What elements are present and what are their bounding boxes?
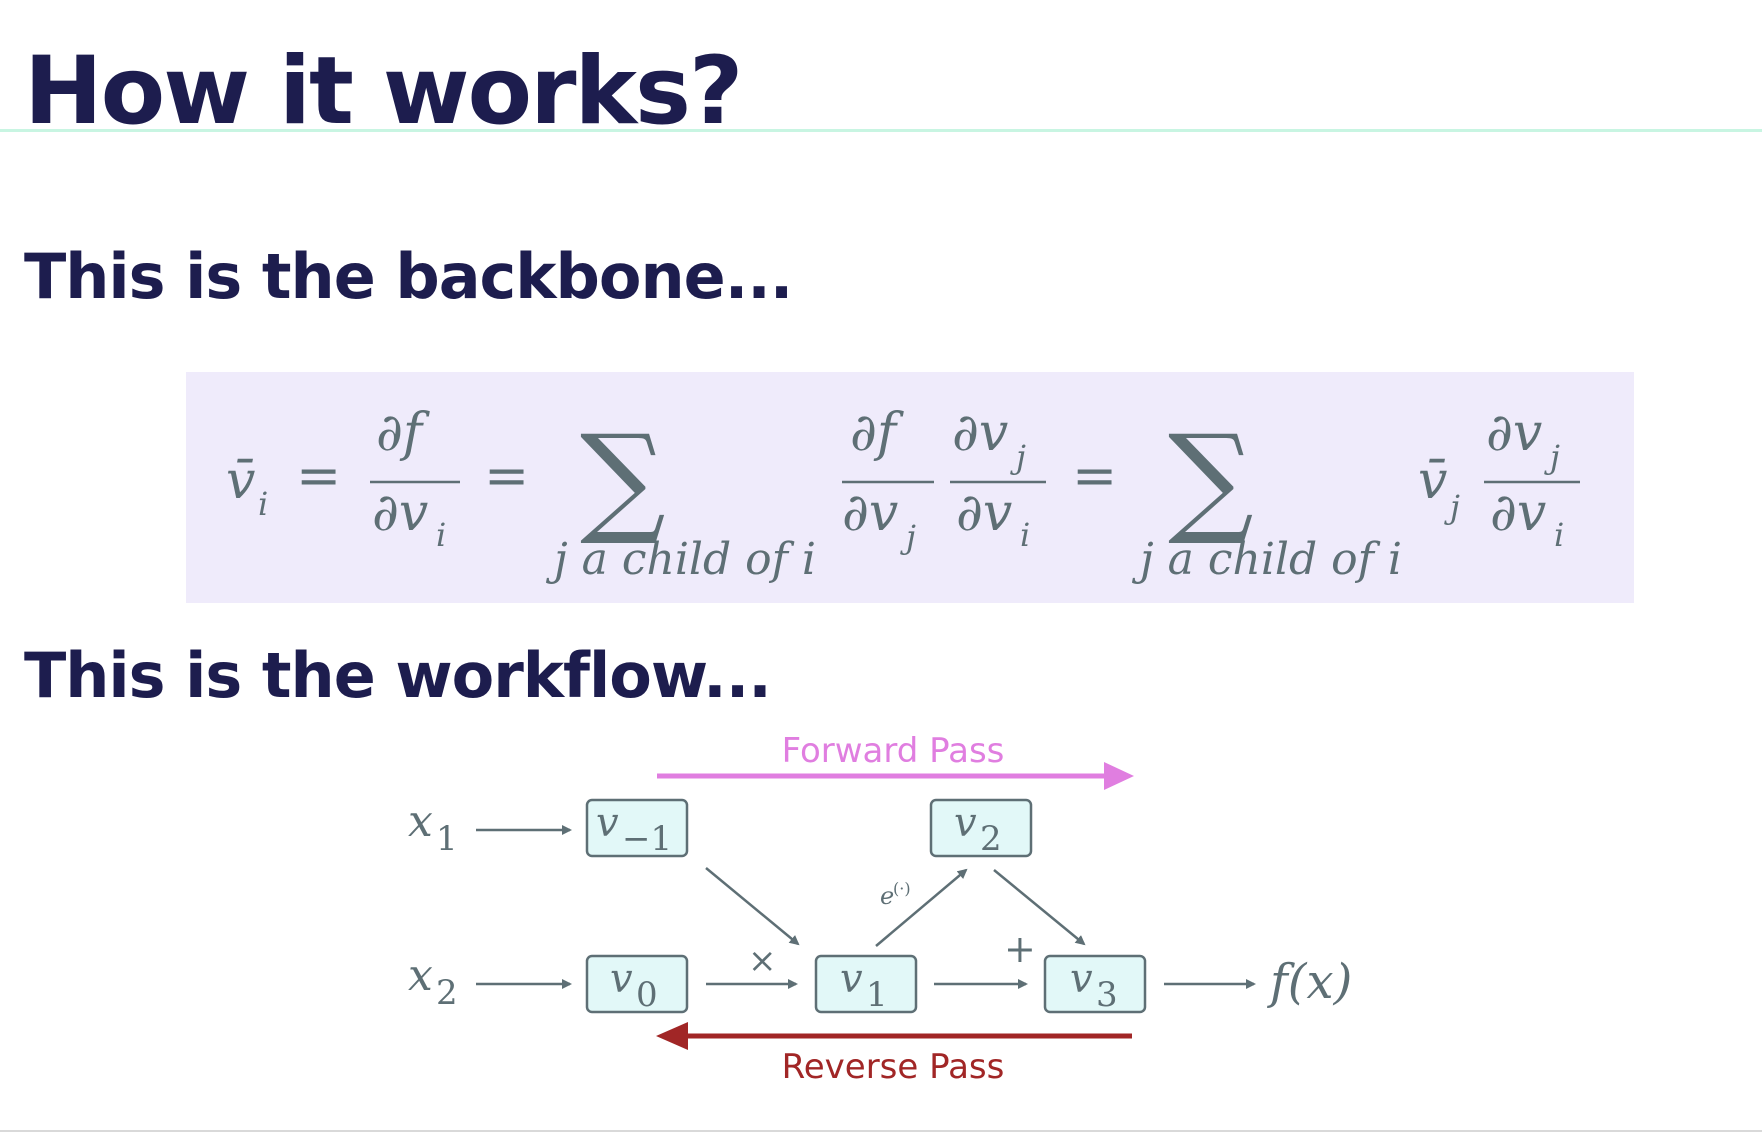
- sum-symbol-2: ∑: [1168, 410, 1254, 549]
- node-v0-base: v: [610, 956, 633, 1002]
- formula-vbar-j: v̄: [1418, 451, 1447, 511]
- frac3-denominator-sub: i: [1020, 516, 1030, 554]
- slide-title: How it works?: [24, 37, 743, 146]
- node-v0-sub: 0: [636, 975, 658, 1015]
- reverse-pass-label: Reverse Pass: [782, 1047, 1005, 1087]
- node-v1-base: v: [840, 956, 863, 1002]
- frac1-numerator: ∂f: [376, 403, 430, 463]
- frac4-numerator: ∂v: [1486, 403, 1542, 463]
- edge-vm1-v1: [705, 867, 800, 946]
- formula-lhs-sub: i: [258, 485, 268, 523]
- frac3-numerator-sub: j: [1010, 438, 1026, 476]
- op-multiply: ×: [748, 941, 777, 981]
- computation-graph: Forward Pass Reverse Pass x 1 x 2 × + e …: [408, 731, 1352, 1087]
- node-v-minus-1-base: v: [596, 800, 619, 846]
- input-x2-sub: 2: [436, 973, 458, 1013]
- node-v3-base: v: [1070, 956, 1093, 1002]
- sum-subscript-1: j a child of i: [545, 534, 816, 585]
- backbone-heading: This is the backbone...: [24, 240, 793, 313]
- node-v2-base: v: [954, 800, 977, 846]
- bottom-divider: [0, 1130, 1762, 1132]
- frac4-numerator-sub: j: [1544, 438, 1560, 476]
- node-v1: v 1: [814, 954, 918, 1015]
- frac3-denominator: ∂v: [956, 483, 1012, 543]
- frac2-denominator: ∂v: [842, 483, 898, 543]
- frac4-denominator-sub: i: [1554, 516, 1564, 554]
- node-v3-sub: 3: [1096, 975, 1118, 1015]
- node-v0: v 0: [585, 954, 689, 1015]
- frac2-denominator-sub: j: [900, 518, 916, 556]
- forward-pass-arrowhead: [1104, 762, 1134, 790]
- node-v1-sub: 1: [866, 975, 888, 1015]
- input-x2: x: [408, 950, 433, 1001]
- node-v-minus-1-sub: −1: [622, 819, 672, 859]
- reverse-pass-arrowhead: [656, 1022, 688, 1050]
- adjoint-formula: v̄ i = ∂f ∂v i = ∑ j a child of i ∂f ∂v …: [226, 403, 1580, 585]
- op-add: +: [1004, 927, 1036, 971]
- frac4-denominator: ∂v: [1490, 483, 1546, 543]
- sum-symbol-1: ∑: [580, 410, 666, 549]
- node-v2: v 2: [929, 798, 1033, 859]
- sum-subscript-2: j a child of i: [1131, 534, 1402, 585]
- frac1-denominator: ∂v: [372, 483, 428, 543]
- frac2-numerator: ∂f: [850, 403, 904, 463]
- input-x1: x: [408, 796, 433, 847]
- op-exp-sup: (·): [893, 879, 911, 898]
- node-v-minus-1: v −1: [585, 798, 689, 859]
- frac3-numerator: ∂v: [952, 403, 1008, 463]
- node-v3: v 3: [1043, 954, 1147, 1015]
- equals-2: =: [484, 444, 529, 507]
- formula-box: v̄ i = ∂f ∂v i = ∑ j a child of i ∂f ∂v …: [186, 372, 1634, 603]
- node-v2-sub: 2: [980, 819, 1002, 859]
- formula-lhs: v̄: [226, 451, 255, 511]
- equals-3: =: [1072, 444, 1117, 507]
- frac1-denominator-sub: i: [436, 516, 446, 554]
- input-x1-sub: 1: [436, 819, 458, 859]
- output-fx: f(x): [1267, 954, 1352, 1010]
- node-v3-box: [1043, 954, 1147, 1014]
- equals-1: =: [296, 444, 341, 507]
- forward-pass-label: Forward Pass: [782, 731, 1005, 771]
